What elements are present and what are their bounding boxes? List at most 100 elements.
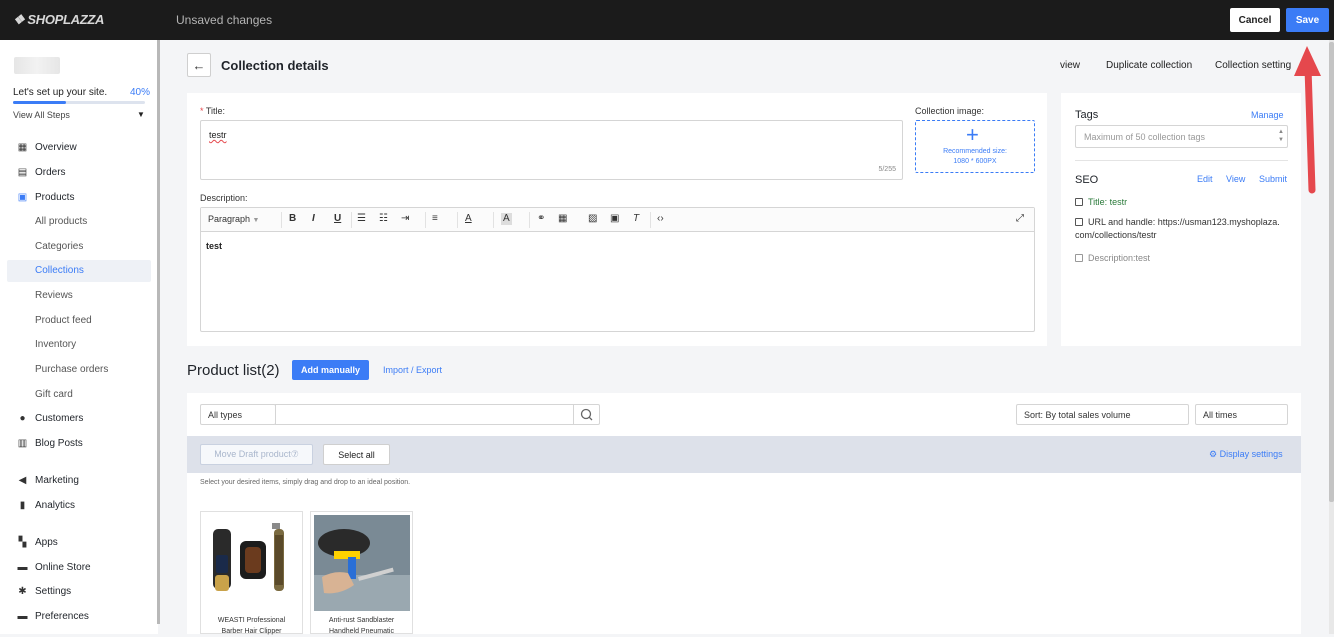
numbered-list-icon[interactable]: ☷ [379,213,388,225]
collection-image-upload[interactable]: + Recommended size: 1080 * 600PX [915,120,1035,173]
product-card[interactable]: WEASTI Professional Barber Hair Clipper [200,511,303,635]
apps-icon: ▚ [18,537,27,548]
type-filter-select[interactable]: All types ⌄ [200,404,276,425]
sidebar-item-all-products[interactable]: All products [0,211,158,233]
sidebar-item-settings[interactable]: ✱ Settings [0,581,158,603]
description-editor[interactable]: Paragraph ▼ B I U ☰ ☷ ⇥ ≡ A A ⚭ ▦ ▨ ▣ T … [200,207,1035,332]
view-all-steps[interactable]: View All Steps [13,110,70,120]
sidebar-item-collections[interactable]: Collections [7,260,151,282]
paragraph-select[interactable]: Paragraph ▼ [208,213,259,227]
sidebar-item-product-feed[interactable]: Product feed [0,310,158,332]
settings-icon: ✱ [18,586,27,597]
underline-icon[interactable]: U [334,213,341,225]
sidebar-item-overview[interactable]: ▦ Overview [0,137,158,159]
sidebar-item-inventory[interactable]: Inventory [0,334,158,356]
chevron-down-icon: ⌄ [1203,409,1210,418]
sidebar-item-purchase-orders[interactable]: Purchase orders [0,359,158,381]
highlight-icon[interactable]: A [501,213,512,225]
setup-progress-fill [13,101,66,104]
cancel-button[interactable]: Cancel [1230,8,1280,32]
code-icon[interactable]: ‹› [657,213,664,225]
sidebar-item-marketing[interactable]: ◀ Marketing [0,470,158,492]
indent-icon[interactable]: ⇥ [401,213,409,225]
duplicate-collection-link[interactable]: Duplicate collection [1106,60,1192,71]
video-icon[interactable]: ▣ [610,213,619,225]
orders-icon: ▤ [17,167,28,178]
link-icon[interactable]: ⚭ [537,213,545,225]
sidebar-item-reviews[interactable]: Reviews [0,285,158,307]
align-icon[interactable]: ≡ [432,213,438,225]
back-button[interactable]: ← [187,53,211,77]
sidebar-item-products[interactable]: ▣ Products [0,187,158,209]
tags-label: Tags [1075,109,1099,121]
sidebar-item-categories[interactable]: Categories [0,236,158,258]
seo-submit-link[interactable]: Submit [1259,174,1287,184]
page-title: Collection details [221,58,329,73]
product-image-sandblaster [314,515,410,611]
font-color-icon[interactable]: A [465,213,472,225]
sidebar-item-apps[interactable]: ▚ Apps [0,532,158,554]
store-icon: ▬ [17,562,28,573]
fullscreen-icon[interactable]: ⤢ [1016,213,1024,225]
search-icon [580,408,593,421]
tags-stepper[interactable]: ▲ ▼ [1278,128,1284,144]
search-button[interactable] [573,404,600,425]
sidebar-item-customers[interactable]: ● Customers [0,408,158,430]
sidebar-item-gift-card[interactable]: Gift card [0,384,158,406]
sidebar-item-preferences[interactable]: ▬ Preferences [0,606,158,628]
collection-setting-link[interactable]: Collection setting [1215,60,1291,71]
setup-text: Let's set up your site. [13,87,108,98]
move-draft-button[interactable]: Move Draft product⑦ [200,444,313,465]
clear-format-icon[interactable]: T [633,213,639,225]
product-card[interactable]: Anti-rust Sandblaster Handheld Pneumatic [310,511,413,635]
sidebar-item-orders[interactable]: ▤ Orders [0,162,158,184]
sidebar-item-online-store[interactable]: ▬ Online Store [0,557,158,579]
title-field[interactable]: testr 5/255 [200,120,903,180]
italic-icon[interactable]: I [312,213,315,225]
bold-icon[interactable]: B [289,213,296,225]
seo-label: SEO [1075,174,1099,186]
analytics-icon: ▮ [19,500,26,511]
time-filter-select[interactable]: All times ⌄ [1195,404,1288,425]
customers-icon: ● [19,413,26,424]
import-export-link[interactable]: Import / Export [383,365,442,375]
select-all-button[interactable]: Select all [323,444,390,465]
sort-select[interactable]: Sort: By total sales volume ⌄ [1016,404,1189,425]
products-icon: ▣ [17,192,28,203]
product-search-input[interactable] [275,404,574,425]
seo-view-link[interactable]: View [1226,174,1245,184]
display-settings-link[interactable]: ⚙ Display settings [1209,449,1283,460]
product-list-title: Product list(2) [187,362,280,379]
editor-toolbar: Paragraph ▼ B I U ☰ ☷ ⇥ ≡ A A ⚭ ▦ ▨ ▣ T … [201,208,1034,232]
product-image-clipper [204,515,300,611]
seo-edit-link[interactable]: Edit [1197,174,1213,184]
description-content: test [206,241,223,251]
caret-down-icon[interactable]: ▼ [137,110,145,119]
description-label: Description: [200,193,248,203]
image-size-hint: Recommended size: 1080 * 600PX [943,148,1007,165]
save-button[interactable]: Save [1286,8,1329,32]
plus-icon: + [966,122,979,147]
title-value: testr [209,130,227,140]
tags-manage-link[interactable]: Manage [1251,110,1284,120]
copy-icon [1075,254,1083,262]
collection-image-label: Collection image: [915,106,985,116]
overview-icon: ▦ [17,142,28,153]
sidebar-item-blog-posts[interactable]: ▥ Blog Posts [0,433,158,455]
add-manually-button[interactable]: Add manually [292,360,369,380]
bullet-list-icon[interactable]: ☰ [357,213,366,225]
marketing-icon: ◀ [18,475,27,486]
store-name [14,57,60,74]
gear-icon: ⚙ [1209,449,1218,459]
view-link[interactable]: view [1060,60,1080,71]
tags-input[interactable]: Maximum of 50 collection tags ▲ ▼ [1075,125,1288,148]
sidebar-item-analytics[interactable]: ▮ Analytics [0,495,158,517]
table-icon[interactable]: ▦ [558,213,567,225]
image-icon[interactable]: ▨ [588,213,597,225]
annotation-arrow-icon [1294,46,1321,194]
chevron-down-icon: ⌄ [208,409,215,418]
arrow-left-icon: ← [192,57,206,73]
title-label: * Title: [200,106,226,116]
chevron-down-icon: ⌄ [1024,409,1031,418]
copy-icon [1075,198,1083,206]
